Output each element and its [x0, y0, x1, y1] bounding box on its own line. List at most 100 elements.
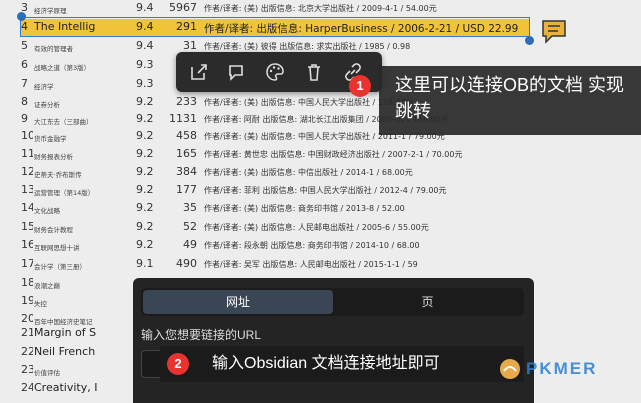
title-cell: Creativity, I: [34, 381, 98, 394]
info-cell: 作者/译者: (美) 出版信息: 中信出版社 / 2014-1 / 68.00元: [204, 168, 413, 177]
open-external-icon[interactable]: [188, 61, 210, 83]
rank-cell: 9: [21, 112, 28, 125]
rank-cell: 12: [21, 165, 33, 178]
rank-cell: 11: [21, 147, 33, 160]
rank-cell: 6: [21, 58, 28, 71]
count-cell: 233: [176, 95, 197, 108]
count-cell: 384: [176, 165, 197, 178]
title-cell: Margin of S: [34, 326, 97, 339]
rank-cell: 7: [21, 77, 28, 90]
info-cell: 作者/译者: 黄世忠 出版信息: 中国财政经济出版社 / 2007-2-1 / …: [204, 150, 463, 159]
count-cell: 31: [183, 39, 197, 52]
info-cell: 作者/译者: (美) 出版信息: 北京大学出版社 / 2009-4-1 / 54…: [204, 4, 437, 13]
link-type-tabs: 网址 页: [141, 288, 524, 316]
title-cell: 经济学原理: [34, 7, 67, 15]
title-cell: 会计学（第三册）: [34, 263, 86, 271]
callout-text-2: 输入Obsidian 文档连接地址即可: [212, 355, 440, 372]
title-cell: 经济学: [34, 83, 54, 91]
rank-cell: 13: [21, 183, 33, 196]
rating-cell: 9.2: [136, 165, 154, 178]
rating-cell: 9.2: [136, 95, 154, 108]
watermark: PKMER: [498, 356, 597, 382]
count-cell: 1131: [169, 112, 197, 125]
title-cell: 货币金融学: [34, 135, 67, 143]
info-cell: 作者/译者: 菲利 出版信息: 中国人民大学出版社 / 2012-4 / 79.…: [204, 186, 447, 195]
rank-cell: 24: [21, 381, 33, 394]
rank-cell: 17: [21, 257, 33, 270]
title-cell: 证券分析: [34, 101, 60, 109]
comment-icon[interactable]: [225, 61, 247, 83]
title-cell: 大江东去（三部曲）: [34, 118, 93, 126]
title-cell: 史蒂夫·乔布斯传: [34, 171, 82, 179]
table-row[interactable]: 3 经济学原理 9.4 5967 作者/译者: (美) 出版信息: 北京大学出版社 / …: [0, 0, 641, 18]
rating-cell: 9.4: [136, 1, 154, 14]
count-cell: 458: [176, 129, 197, 142]
tab-url[interactable]: 网址: [143, 290, 333, 314]
title-cell: 文化战略: [34, 207, 60, 215]
rating-cell: 9.2: [136, 147, 154, 160]
rating-cell: 9.2: [136, 201, 154, 214]
pkmer-logo-icon: [500, 359, 520, 379]
count-cell: 35: [183, 201, 197, 214]
rank-cell: 16: [21, 238, 33, 251]
rating-cell: 9.2: [136, 238, 154, 251]
rating-cell: 9.2: [136, 112, 154, 125]
callout-number-2: 2: [167, 353, 189, 375]
rating-cell: 9.2: [136, 129, 154, 142]
rating-cell: 9.4: [136, 39, 154, 52]
title-cell: 有效的管理者: [34, 45, 73, 53]
count-cell: 165: [176, 147, 197, 160]
title-cell: 浪潮之巅: [34, 282, 60, 290]
rank-cell: 22: [21, 345, 33, 358]
selection-handle-end[interactable]: [525, 36, 534, 45]
rank-cell: 14: [21, 201, 33, 214]
rating-cell: 9.1: [136, 257, 154, 270]
count-cell: 49: [183, 238, 197, 251]
trash-icon[interactable]: [303, 61, 325, 83]
rank-cell: 23: [21, 363, 33, 376]
table-row[interactable]: 11 财务报表分析 9.2 165 作者/译者: 黄世忠 出版信息: 中国财政经济出版社…: [0, 146, 641, 164]
selection-handle-start[interactable]: [17, 12, 26, 21]
table-row[interactable]: 15 财务会计教程 9.2 52 作者/译者: (美) 出版信息: 人民邮电出版社 / …: [0, 219, 641, 237]
callout-text-1: 这里可以连接OB的文档 实现跳转: [395, 75, 625, 121]
count-cell: 52: [183, 220, 197, 233]
info-cell: 作者/译者: (美) 出版信息: 人民邮电出版社 / 2005-6 / 55.0…: [204, 223, 429, 232]
table-row[interactable]: 13 运营管理（第14版） 9.2 177 作者/译者: 菲利 出版信息: 中国人民大学…: [0, 182, 641, 200]
rating-cell: 9.3: [136, 58, 154, 71]
url-label: 输入您想要链接的URL: [141, 328, 262, 342]
rating-cell: 9.3: [136, 77, 154, 90]
table-row[interactable]: 12 史蒂夫·乔布斯传 9.2 384 作者/译者: (美) 出版信息: 中信出版社 /…: [0, 164, 641, 182]
rank-cell: 19: [21, 294, 33, 307]
count-cell: 177: [176, 183, 197, 196]
rating-cell: 9.2: [136, 220, 154, 233]
rank-cell: 20: [21, 312, 33, 325]
table-row[interactable]: 16 互联网思想十讲 9.2 49 作者/译者: 段永朝 出版信息: 商务印书馆 / 2…: [0, 237, 641, 255]
table-row[interactable]: 14 文化战略 9.2 35 作者/译者: (美) 出版信息: 商务印书馆 / 2013…: [0, 200, 641, 218]
rank-cell: 8: [21, 95, 28, 108]
rank-cell: 15: [21, 220, 33, 233]
palette-icon[interactable]: [264, 61, 286, 83]
title-cell: 财务会计教程: [34, 226, 73, 234]
rank-cell: 21: [21, 326, 33, 339]
title-cell: Neil French: [34, 345, 96, 358]
title-cell: 财务报表分析: [34, 153, 73, 161]
count-cell: 5967: [169, 1, 197, 14]
title-cell: 运营管理（第14版）: [34, 189, 95, 197]
tab-page[interactable]: 页: [333, 290, 522, 314]
info-cell: 作者/译者: 吴军 出版信息: 人民邮电出版社 / 2015-1-1 / 59: [204, 260, 418, 269]
callout-tooltip-1: 这里可以连接OB的文档 实现跳转: [379, 66, 641, 135]
info-cell: 作者/译者: 段永朝 出版信息: 商务印书馆 / 2014-10 / 68.00: [204, 241, 420, 250]
title-cell: 价值评估: [34, 369, 60, 377]
selection-box[interactable]: [20, 17, 530, 37]
info-cell: 作者/译者: (美) 彼得 出版信息: 求实出版社 / 1985 / 0.98: [204, 42, 411, 51]
callout-tooltip-2: 输入Obsidian 文档连接地址即可: [160, 346, 524, 382]
rank-cell: 5: [21, 39, 28, 52]
table-row[interactable]: 17 会计学（第三册） 9.1 490 作者/译者: 吴军 出版信息: 人民邮电出版社 …: [0, 256, 641, 274]
info-cell: 作者/译者: (美) 出版信息: 商务印书馆 / 2013-8 / 52.00: [204, 204, 405, 213]
rank-cell: 10: [21, 129, 33, 142]
comment-bubble-icon[interactable]: [540, 18, 568, 44]
link-panel: 网址 页 输入您想要链接的URL: [133, 278, 534, 403]
title-cell: 失控: [34, 300, 47, 308]
title-cell: 互联网思想十讲: [34, 244, 80, 252]
count-cell: 490: [176, 257, 197, 270]
